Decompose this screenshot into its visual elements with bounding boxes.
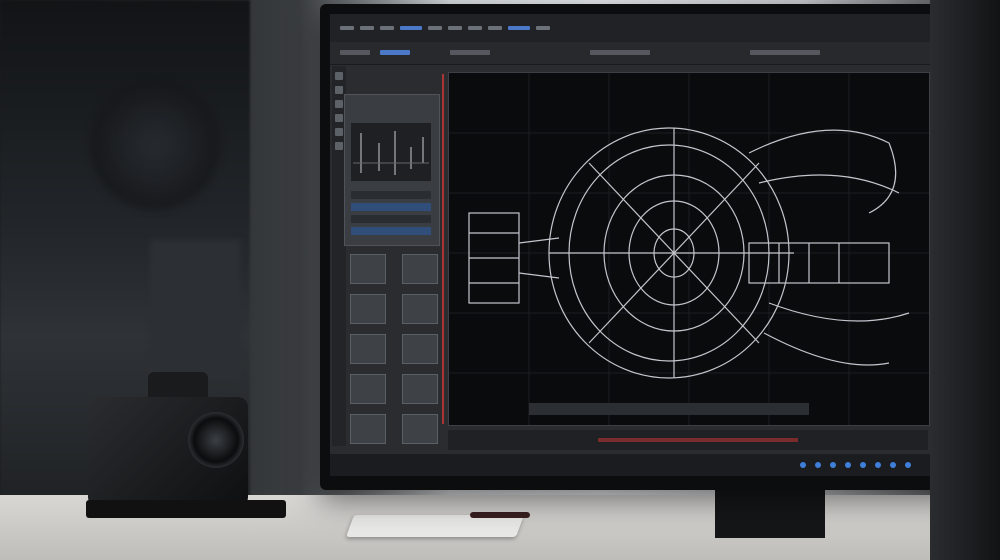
status-icon[interactable] [845, 462, 851, 468]
toolbar [330, 42, 948, 65]
3d-viewport[interactable] [448, 72, 930, 426]
menu-item[interactable] [340, 26, 354, 30]
panel-row[interactable] [351, 227, 431, 235]
toolbar-button[interactable] [380, 50, 410, 55]
status-icon[interactable] [890, 462, 896, 468]
tool-icon[interactable] [335, 86, 343, 94]
menu-item[interactable] [380, 26, 394, 30]
tool-icon[interactable] [335, 100, 343, 108]
status-icon[interactable] [905, 462, 911, 468]
tool-icon[interactable] [335, 142, 343, 150]
panel-row[interactable] [351, 215, 431, 223]
timeline[interactable] [448, 430, 928, 450]
toolbar-button[interactable] [590, 50, 650, 55]
toolbar-button[interactable] [450, 50, 490, 55]
thumbnail-icon[interactable] [402, 374, 438, 404]
status-icon[interactable] [800, 462, 806, 468]
status-bar [330, 454, 948, 476]
menu-item-active[interactable] [508, 26, 530, 30]
curve-graph [351, 123, 431, 181]
background-object [90, 80, 220, 210]
status-icon[interactable] [830, 462, 836, 468]
photo-scene [0, 0, 1000, 560]
menu-item[interactable] [468, 26, 482, 30]
toolbar-button[interactable] [340, 50, 370, 55]
menu-item[interactable] [360, 26, 374, 30]
toolbar-button[interactable] [750, 50, 820, 55]
tool-icon[interactable] [335, 128, 343, 136]
camera [86, 372, 286, 518]
tool-icon[interactable] [335, 72, 343, 80]
thumbnail-icon[interactable] [402, 294, 438, 324]
thumbnail-icon[interactable] [350, 334, 386, 364]
thumbnail-icon[interactable] [350, 374, 386, 404]
menu-item[interactable] [448, 26, 462, 30]
thumbnail-icon[interactable] [402, 414, 438, 444]
asset-thumbnails [350, 254, 440, 444]
ground-plane [529, 403, 809, 415]
menu-item[interactable] [536, 26, 550, 30]
wireframe-model [449, 73, 929, 425]
monitor-screen [330, 14, 948, 476]
status-icon[interactable] [860, 462, 866, 468]
camera-stand [86, 500, 286, 518]
thumbnail-icon[interactable] [350, 414, 386, 444]
timeline-range[interactable] [598, 438, 798, 442]
keyboard [345, 515, 525, 537]
thumbnail-icon[interactable] [350, 294, 386, 324]
thumbnail-icon[interactable] [350, 254, 386, 284]
status-icon[interactable] [815, 462, 821, 468]
menu-bar [330, 14, 948, 42]
tool-icon[interactable] [335, 114, 343, 122]
monitor-stand [715, 488, 825, 538]
menu-item[interactable] [428, 26, 442, 30]
panel-row[interactable] [351, 191, 431, 199]
properties-panel [344, 94, 440, 246]
camera-lens [188, 412, 244, 468]
thumbnail-icon[interactable] [402, 334, 438, 364]
panel-row[interactable] [351, 203, 431, 211]
second-monitor-edge [930, 0, 1000, 560]
thumbnail-icon[interactable] [402, 254, 438, 284]
stylus-pen [470, 512, 530, 518]
status-icon[interactable] [875, 462, 881, 468]
menu-item-active[interactable] [400, 26, 422, 30]
menu-item[interactable] [488, 26, 502, 30]
timeline-marker [442, 74, 444, 424]
background-object [150, 240, 240, 380]
